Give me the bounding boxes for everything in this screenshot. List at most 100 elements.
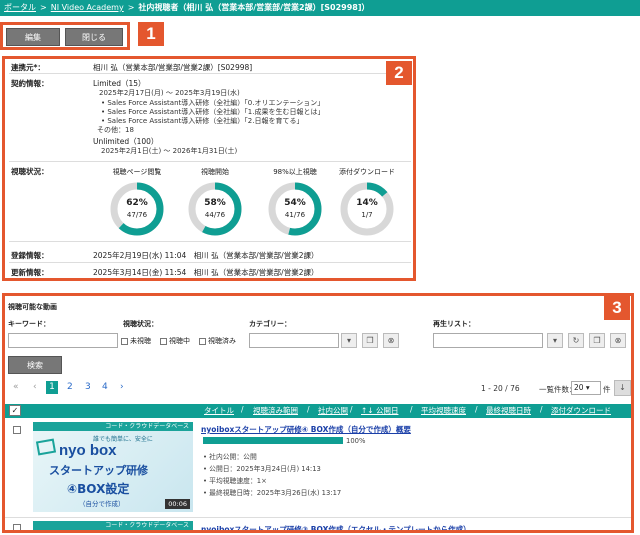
row-checkbox[interactable] <box>13 524 21 530</box>
category-select[interactable] <box>249 333 339 348</box>
thumb-banner: コード・クラウドデータベース <box>33 422 193 431</box>
stat-label: 視聴開始 <box>201 168 229 176</box>
per-page-unit: 件 <box>603 385 611 394</box>
video-list-heading: 視聴可能な動画 <box>8 303 57 311</box>
page-title: 社内視聴者（相川 弘（営業本部/営業部/営業2課）[S02998]） <box>138 3 370 12</box>
table-row[interactable]: コード・クラウドデータベース 誰でも簡単に、安全に nyo box スタートアッ… <box>5 420 631 518</box>
download-icon[interactable]: ↓ <box>614 380 631 396</box>
col-avg-speed[interactable]: 平均視聴速度 <box>421 405 466 416</box>
breadcrumb-separator: > <box>127 3 135 12</box>
status-watching-checkbox[interactable]: 視聴中 <box>160 336 190 346</box>
page-4[interactable]: 4 <box>102 382 108 392</box>
contact-label: 連携元*： <box>11 63 45 72</box>
stat-donut: 14% 1/7 <box>340 182 394 236</box>
keyword-input[interactable] <box>8 333 118 348</box>
breadcrumb-portal-link[interactable]: ポータル <box>4 3 36 12</box>
annotation-badge-2: 2 <box>386 61 412 85</box>
table-row[interactable]: コード・クラウドデータベース nyoiboxスタートアップ研修③ BOX作成（エ… <box>5 520 631 530</box>
stat-label: 98%以上視聴 <box>273 168 317 176</box>
col-last-viewed[interactable]: 最終視聴日時 <box>486 405 531 416</box>
contact-row: 連携元*： 相川 弘（営業本部/営業部/営業2課）[S02998] <box>9 59 411 74</box>
registration-row: 登録情報： 2025年2月19日(水) 11:04 相川 弘（営業本部/営業部/… <box>9 246 411 263</box>
stat-donut: 62% 47/76 <box>110 182 164 236</box>
stat-fraction: 1/7 <box>361 211 373 219</box>
meta-last-viewed: • 最終視聴日時：2025年3月26日(水) 13:17 <box>203 489 342 497</box>
col-watched-range[interactable]: 視聴済み範囲 <box>253 405 298 416</box>
watch-progress-bar <box>203 437 343 444</box>
category-dropdown-icon[interactable]: ▾ <box>341 333 357 348</box>
watch-progress-value: 100% <box>346 437 366 445</box>
stat-percent: 14% <box>356 198 378 208</box>
thumb-subtitle-2: （自分で作成） <box>79 500 125 508</box>
playlist-label: 再生リスト： <box>433 320 475 328</box>
video-list-panel: 視聴可能な動画 キーワード： 視聴状況： カテゴリー： 再生リスト： 未視聴 視… <box>2 293 634 533</box>
breadcrumb-academy-link[interactable]: NI Video Academy <box>51 3 124 12</box>
page-3[interactable]: 3 <box>85 382 91 392</box>
status-unwatched-checkbox[interactable]: 未視聴 <box>121 336 151 346</box>
contract-row: 契約情報： Limited（15） 2025年2月17日(月) ～ 2025年3… <box>9 74 411 162</box>
stat-fraction: 41/76 <box>284 211 306 219</box>
update-value: 2025年3月14日(金) 11:54 相川 弘（営業本部/営業部/営業2課） <box>93 268 319 277</box>
stat-fraction: 44/76 <box>204 211 226 219</box>
stat-donut: 54% 41/76 <box>268 182 322 236</box>
search-button[interactable]: 検索 <box>8 356 62 374</box>
close-button[interactable]: 閉じる <box>65 28 123 46</box>
row-checkbox[interactable] <box>13 426 21 434</box>
update-row: 更新情報： 2025年3月14日(金) 11:54 相川 弘（営業本部/営業部/… <box>9 263 411 278</box>
meta-publish-date: • 公開日：2025年3月24日(月) 14:13 <box>203 465 321 473</box>
col-separator: / <box>350 405 353 414</box>
playlist-dropdown-icon[interactable]: ▾ <box>547 333 563 348</box>
breadcrumb-separator: > <box>40 3 47 12</box>
thumb-banner: コード・クラウドデータベース <box>33 521 193 530</box>
status-label: 視聴状況： <box>11 167 49 176</box>
page-2[interactable]: 2 <box>67 382 73 392</box>
edit-button[interactable]: 編集 <box>6 28 60 46</box>
stat-percent: 62% <box>126 198 148 208</box>
meta-internal-public: • 社内公開：公開 <box>203 453 257 461</box>
playlist-select[interactable] <box>433 333 543 348</box>
meta-avg-speed: • 平均視聴速度：1× <box>203 477 267 485</box>
stat-percent: 58% <box>204 198 226 208</box>
playlist-refresh-icon[interactable]: ↻ <box>568 333 584 348</box>
first-page-icon[interactable]: « <box>13 382 19 392</box>
col-separator: / <box>475 405 478 414</box>
contact-value: 相川 弘（営業本部/営業部/営業2課）[S02998] <box>93 63 253 72</box>
category-copy-icon[interactable]: ❐ <box>362 333 378 348</box>
stat-label: 視聴ページ閲覧 <box>112 168 162 176</box>
thumb-logo: nyo box <box>59 442 117 459</box>
table-header: ✓ タイトル / 視聴済み範囲 / 社内公開 / ↑↓ 公開日 / 平均視聴速度… <box>5 404 631 418</box>
others-count: その他：18 <box>97 126 134 134</box>
limited-period: 2025年2月17日(月) ～ 2025年3月19日(水) <box>99 89 240 97</box>
col-publish-date[interactable]: ↑↓ 公開日 <box>361 405 398 416</box>
page-1[interactable]: 1 <box>46 381 58 394</box>
toolbar: 編集 閉じる <box>0 22 130 50</box>
next-page-icon[interactable]: › <box>120 382 124 392</box>
contract-label: 契約情報： <box>11 79 49 88</box>
video-title-link[interactable]: nyoiboxスタートアップ研修④ BOX作成（自分で作成）概要 <box>201 424 411 435</box>
category-clear-icon[interactable]: ⊗ <box>383 333 399 348</box>
thumb-headline: スタートアップ研修 <box>49 464 148 477</box>
video-thumbnail[interactable]: コード・クラウドデータベース <box>33 521 193 530</box>
video-title-link[interactable]: nyoiboxスタートアップ研修③ BOX作成（エクセル・テンプレートから作成） <box>201 524 471 530</box>
registration-value: 2025年2月19日(水) 11:04 相川 弘（営業本部/営業部/営業2課） <box>93 251 319 260</box>
col-separator: / <box>410 405 413 414</box>
playlist-copy-icon[interactable]: ❐ <box>589 333 605 348</box>
unlimited-period: 2025年2月1日(土) ～ 2026年1月31日(土) <box>101 147 238 155</box>
prev-page-icon[interactable]: ‹ <box>33 382 37 392</box>
col-internal-public[interactable]: 社内公開 <box>318 405 348 416</box>
viewer-info-panel: 連携元*： 相川 弘（営業本部/営業部/営業2課）[S02998] 契約情報： … <box>2 56 416 281</box>
thumb-subtitle: ④BOX設定 <box>67 482 130 496</box>
update-label: 更新情報： <box>11 268 49 277</box>
stat-label: 添付ダウンロード <box>339 168 395 176</box>
playlist-clear-icon[interactable]: ⊗ <box>610 333 626 348</box>
status-watched-checkbox[interactable]: 視聴済み <box>199 336 236 346</box>
video-thumbnail[interactable]: コード・クラウドデータベース 誰でも簡単に、安全に nyo box スタートアッ… <box>33 422 193 512</box>
per-page-select[interactable]: 20 ▾ <box>571 381 601 395</box>
status-row: 視聴状況： 視聴ページ閲覧 62% 47/76 視聴開始 58% 44/76 98%以上視聴… <box>9 162 411 242</box>
select-all-checkbox[interactable]: ✓ <box>9 405 21 416</box>
stat-percent: 54% <box>284 198 306 208</box>
keyword-label: キーワード： <box>8 320 50 328</box>
view-status-label: 視聴状況： <box>123 320 158 328</box>
col-title[interactable]: タイトル <box>204 405 234 416</box>
col-attachment-download[interactable]: 添付ダウンロード <box>551 405 611 416</box>
